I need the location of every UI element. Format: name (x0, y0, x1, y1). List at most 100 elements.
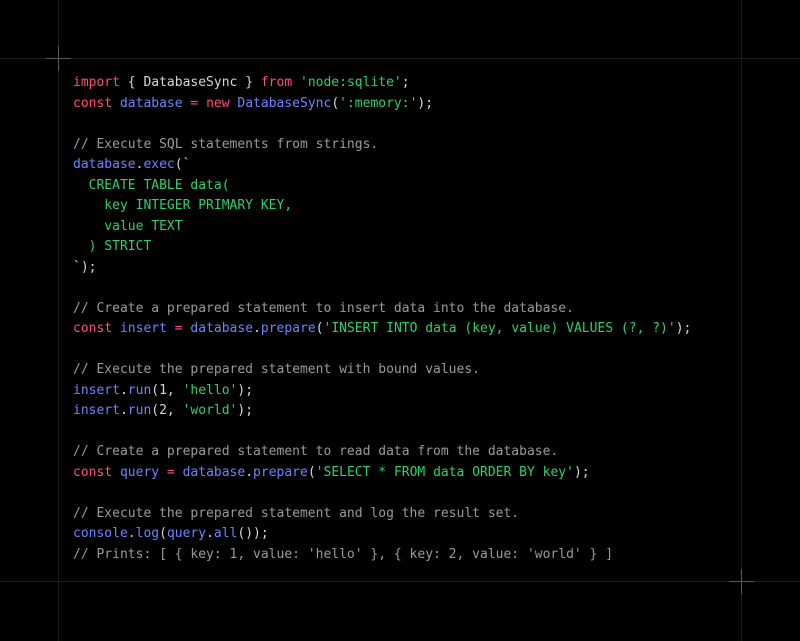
code-token: ':memory:' (339, 95, 418, 111)
code-token: run (127, 382, 152, 398)
guide-line-bottom (0, 581, 800, 582)
code-token: ); (237, 403, 254, 418)
code-token: 'INSERT INTO data (key, value) VALUES (?… (323, 321, 676, 336)
code-token: database (73, 157, 136, 172)
code-token: CREATE TABLE data( (73, 177, 230, 193)
code-token: { DatabaseSync } (119, 75, 261, 90)
code-token: console (73, 526, 128, 541)
code-line: const database = new DatabaseSync(':memo… (73, 94, 691, 115)
code-token: `); (73, 259, 97, 275)
code-token: // Execute SQL statements from strings. (73, 136, 379, 152)
code-block: import { DatabaseSync } from 'node:sqlit… (73, 73, 691, 565)
code-token: ( (307, 464, 316, 480)
code-line: database.exec(` (73, 155, 691, 176)
crosshair-top-left-icon (46, 46, 71, 71)
code-token: key INTEGER PRIMARY KEY, (73, 198, 293, 213)
code-line: insert.run(2, 'world'); (73, 401, 691, 422)
code-line: const insert = database.prepare('INSERT … (73, 319, 691, 340)
code-token: // Execute the prepared statement and lo… (73, 505, 520, 521)
crosshair-bottom-right-icon (729, 569, 754, 594)
code-line: // Prints: [ { key: 1, value: 'hello' },… (73, 545, 691, 566)
code-token: prepare (260, 321, 316, 336)
code-token: . (127, 526, 136, 541)
code-token: log (135, 526, 160, 541)
code-token: ( (315, 321, 324, 336)
code-token: (2, (151, 403, 183, 418)
code-line: import { DatabaseSync } from 'node:sqlit… (73, 73, 691, 94)
code-token: import (73, 75, 120, 90)
code-token: = (182, 95, 207, 111)
code-token: // Prints: [ { key: 1, value: 'hello' },… (73, 546, 614, 562)
code-token: ( (159, 526, 167, 541)
code-line: // Create a prepared statement to read d… (73, 442, 691, 463)
code-line: const query = database.prepare('SELECT *… (73, 463, 691, 484)
code-line: key INTEGER PRIMARY KEY, (73, 196, 691, 217)
guide-line-left (58, 0, 59, 641)
code-token: const (73, 321, 113, 336)
code-token: 'node:sqlite' (300, 75, 402, 90)
code-line: CREATE TABLE data( (73, 176, 691, 197)
code-token: = (159, 464, 183, 480)
code-line: value TEXT (73, 217, 691, 238)
code-token: run (127, 403, 152, 418)
code-token: (1, (151, 382, 183, 398)
code-token: database (182, 464, 246, 480)
code-token: query (166, 526, 207, 541)
code-token: ); (237, 382, 254, 398)
code-line: // Execute the prepared statement and lo… (73, 504, 691, 525)
code-line: console.log(query.all()); (73, 524, 691, 545)
code-token: . (245, 464, 254, 480)
code-token: exec (143, 157, 175, 172)
code-token: prepare (253, 464, 308, 480)
code-token: value TEXT (73, 218, 183, 234)
code-token: 'hello' (182, 382, 238, 398)
code-token: . (119, 382, 128, 398)
code-line: ) STRICT (73, 237, 691, 258)
code-token: (` (174, 157, 191, 172)
code-token: DatabaseSync (237, 95, 332, 111)
code-token: // Create a prepared statement to insert… (73, 300, 574, 316)
code-token: . (253, 321, 261, 336)
code-line: // Execute the prepared statement with b… (73, 360, 691, 381)
code-token: // Create a prepared statement to read d… (73, 444, 559, 459)
code-token: ; (401, 75, 410, 90)
code-token: new (206, 95, 230, 111)
code-line: // Execute SQL statements from strings. (73, 135, 691, 156)
code-token: = (166, 321, 191, 336)
code-line: // Create a prepared statement to insert… (73, 299, 691, 320)
guide-line-top (0, 58, 800, 59)
code-token: const (73, 95, 113, 111)
code-token: . (119, 403, 128, 418)
code-token: insert (119, 321, 167, 336)
code-token: query (119, 464, 160, 480)
code-token: ()); (237, 526, 269, 541)
code-token: 'SELECT * FROM data ORDER BY key' (315, 464, 574, 480)
code-line: insert.run(1, 'hello'); (73, 381, 691, 402)
code-token: database (119, 95, 183, 111)
guide-line-right (741, 0, 742, 641)
code-token: ); (675, 321, 692, 336)
code-token: const (73, 464, 113, 480)
code-token: ) STRICT (73, 239, 152, 254)
code-token: 'world' (182, 403, 238, 418)
code-token: insert (73, 403, 120, 418)
code-token: . (206, 526, 214, 541)
code-token: insert (73, 382, 120, 398)
code-token: ( (331, 95, 340, 111)
code-token: ); (417, 95, 434, 111)
code-token: database (190, 321, 254, 336)
code-token: // Execute the prepared statement with b… (73, 362, 480, 377)
code-token: all (213, 526, 238, 541)
code-line: `); (73, 258, 691, 279)
code-token: from (260, 75, 293, 90)
code-token: ); (573, 464, 590, 480)
